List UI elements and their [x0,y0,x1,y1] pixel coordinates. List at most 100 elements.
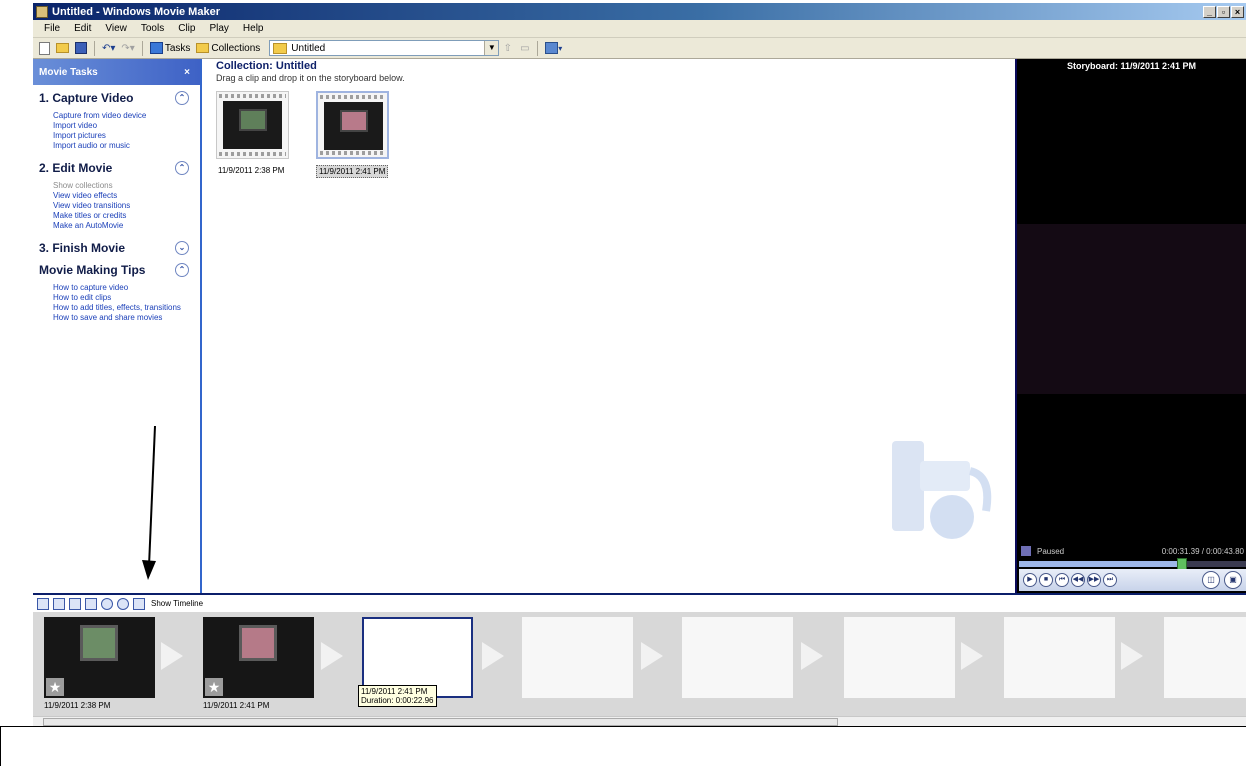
chevron-up-icon[interactable]: ⌃ [175,91,189,105]
transition-arrow-icon[interactable] [482,642,504,670]
set-audio-levels-icon[interactable] [37,597,49,610]
transition-arrow-icon[interactable] [961,642,983,670]
link-import-video[interactable]: Import video [53,121,196,131]
menu-play[interactable]: Play [202,23,235,34]
menu-clip[interactable]: Clip [171,23,202,34]
save-project-button[interactable] [72,40,90,57]
play-storyboard-icon[interactable] [117,597,129,610]
storyboard-empty-slot[interactable] [1164,617,1246,698]
collection-instructions: Drag a clip and drop it on the storyboar… [216,73,405,83]
open-folder-icon [56,43,69,53]
section-title: 2. Edit Movie [39,161,113,175]
storyboard-clip[interactable]: ★ [203,617,314,698]
tasks-icon [149,42,163,54]
collection-dropdown[interactable]: Untitled ▼ [269,40,500,56]
show-timeline-icon[interactable] [133,597,145,610]
menu-help[interactable]: Help [236,23,271,34]
link-how-to-add-titles[interactable]: How to add titles, effects, transitions [53,303,196,313]
menu-view[interactable]: View [98,23,134,34]
rewind-storyboard-icon[interactable] [101,597,113,610]
play-icon[interactable]: ▶ [1023,573,1037,587]
link-view-video-effects[interactable]: View video effects [53,191,196,201]
collections-button[interactable]: Collections [193,40,263,57]
undo-icon: ↶▾ [102,42,116,54]
link-make-titles[interactable]: Make titles or credits [53,211,196,221]
next-frame-icon[interactable]: ⏭ [1103,573,1117,587]
chevron-down-icon[interactable]: ⌄ [175,241,189,255]
storyboard-toolbar: Show Timeline [33,593,1246,612]
seek-bar[interactable] [1019,558,1246,570]
link-how-to-capture-video[interactable]: How to capture video [53,283,196,293]
link-make-automovie[interactable]: Make an AutoMovie [53,221,196,231]
link-import-pictures[interactable]: Import pictures [53,131,196,141]
section-header[interactable]: 2. Edit Movie ⌃ [39,161,189,175]
open-project-button[interactable] [53,40,72,57]
link-capture-from-video-device[interactable]: Capture from video device [53,111,196,121]
toolbar: ↶▾ ↷▾ Tasks Collections Untitled ▼ ⇧ ▭ ▾ [33,38,1246,59]
collection-clip[interactable]: 11/9/2011 2:38 PM [216,91,289,176]
redo-button[interactable]: ↷▾ [118,40,137,57]
close-icon[interactable]: × [184,67,190,78]
transition-arrow-icon[interactable] [801,642,823,670]
rewind-icon[interactable]: ◀◀ [1071,573,1085,587]
link-view-video-transitions[interactable]: View video transitions [53,201,196,211]
undo-button[interactable]: ↶▾ [99,40,118,57]
menu-file[interactable]: File [37,23,67,34]
narrate-timeline-icon[interactable] [53,597,65,610]
toolbar-separator [537,40,539,56]
show-timeline-button[interactable]: Show Timeline [151,599,203,608]
section-header[interactable]: 3. Finish Movie ⌄ [39,241,189,255]
close-button[interactable]: × [1231,5,1244,18]
transition-arrow-icon[interactable] [321,642,343,670]
clip-tooltip: 11/9/2011 2:41 PM Duration: 0:00:22.96 [358,685,437,707]
scrollbar-thumb[interactable] [43,718,838,726]
restore-button[interactable]: ▫ [1217,5,1230,18]
chevron-down-icon[interactable]: ▼ [484,41,499,55]
section-title: 1. Capture Video [39,91,134,105]
storyboard-clip-image [80,625,118,661]
storyboard-empty-slot[interactable] [844,617,955,698]
storyboard-clip[interactable]: ★ [44,617,155,698]
clip-thumbnail[interactable] [316,91,389,159]
new-document-icon [39,41,50,55]
link-how-to-edit-clips[interactable]: How to edit clips [53,293,196,303]
section-header[interactable]: Movie Making Tips ⌃ [39,263,189,277]
tooltip-duration: Duration: 0:00:22.96 [361,696,434,705]
storyboard-empty-slot[interactable] [522,617,633,698]
video-effect-star-icon[interactable]: ★ [205,678,223,696]
tooltip-date: 11/9/2011 2:41 PM [361,687,428,696]
menu-edit[interactable]: Edit [67,23,98,34]
take-picture-icon[interactable]: ▣ [1224,571,1242,589]
movie-maker-window: Untitled - Windows Movie Maker _ ▫ × Fil… [33,3,1246,727]
transition-arrow-icon[interactable] [641,642,663,670]
link-import-audio[interactable]: Import audio or music [53,141,196,151]
transition-arrow-icon[interactable] [1121,642,1143,670]
monitor-title: Storyboard: 11/9/2011 2:41 PM [1066,61,1197,71]
clip-preview-image [340,110,368,132]
stop-icon[interactable]: ■ [1039,573,1053,587]
storyboard-empty-slot[interactable] [682,617,793,698]
playback-status: Paused [1037,546,1065,556]
fast-forward-icon[interactable]: ▶▶ [1087,573,1101,587]
zoom-in-icon[interactable] [69,597,81,610]
chevron-up-icon[interactable]: ⌃ [175,161,189,175]
toolbar-separator [141,40,143,56]
up-level-button[interactable]: ⇧ [499,40,516,57]
zoom-out-icon[interactable] [85,597,97,610]
new-collection-button[interactable]: ▭ [516,40,533,57]
minimize-button[interactable]: _ [1203,5,1216,18]
clip-thumbnail[interactable] [216,91,289,159]
storyboard-empty-slot[interactable] [1004,617,1115,698]
split-clip-icon[interactable]: ◫ [1202,571,1220,589]
collection-clip-selected[interactable]: 11/9/2011 2:41 PM [316,91,389,178]
link-how-to-save-share[interactable]: How to save and share movies [53,313,196,323]
menu-tools[interactable]: Tools [134,23,171,34]
video-effect-star-icon[interactable]: ★ [46,678,64,696]
views-button[interactable]: ▾ [542,40,565,57]
section-header[interactable]: 1. Capture Video ⌃ [39,91,189,105]
chevron-up-icon[interactable]: ⌃ [175,263,189,277]
new-project-button[interactable] [36,40,53,57]
transition-arrow-icon[interactable] [161,642,183,670]
tasks-button[interactable]: Tasks [147,40,194,57]
previous-frame-icon[interactable]: ⏮ [1055,573,1069,587]
